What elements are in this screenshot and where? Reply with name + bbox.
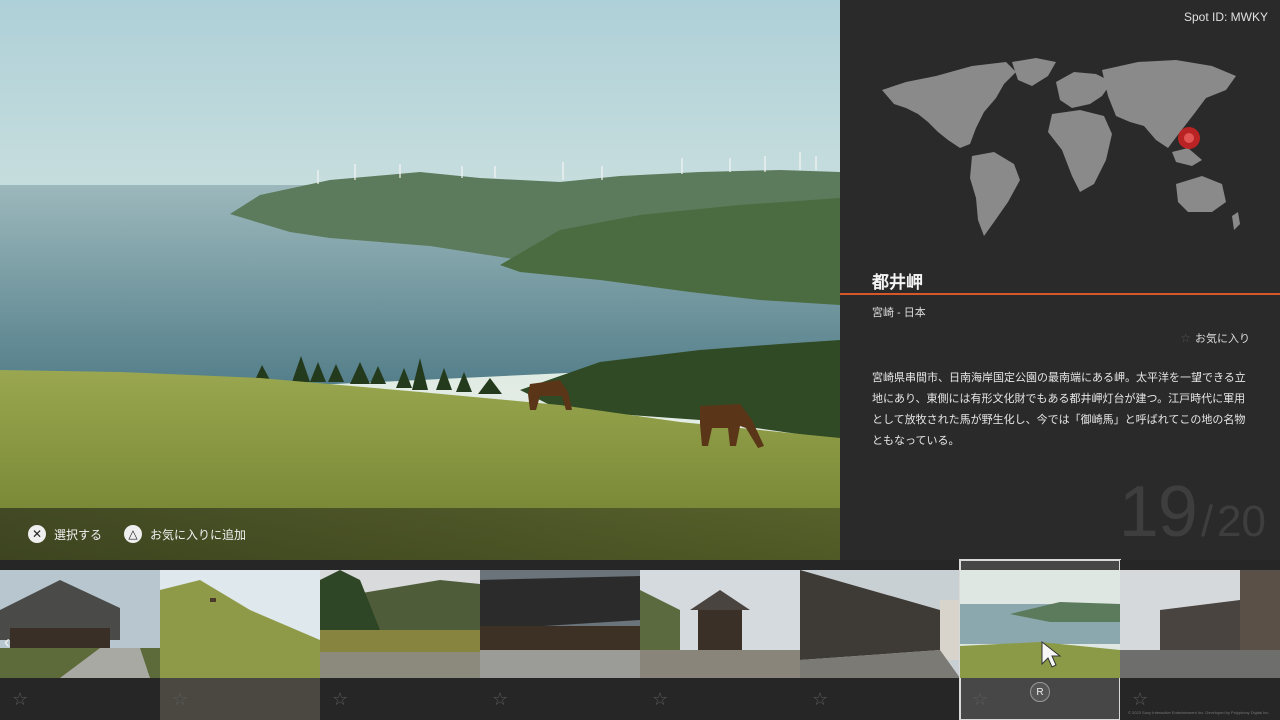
- continent-australia: [1176, 176, 1226, 212]
- select-hint[interactable]: ✕ 選択する: [28, 525, 102, 543]
- thumbnail-image: [0, 570, 160, 678]
- copyright-text: © 2023 Sony Interactive Entertainment In…: [1128, 710, 1270, 715]
- thumbnail-thatched-house[interactable]: ☆: [0, 560, 160, 720]
- cross-button-icon: ✕: [28, 525, 46, 543]
- thumbnail-image: [320, 570, 480, 678]
- thumbnail-image: [480, 570, 640, 678]
- star-icon: ☆: [12, 688, 29, 709]
- thumbnail-image: [1120, 570, 1280, 678]
- add-favorite-hint[interactable]: △ お気に入りに追加: [124, 525, 246, 543]
- counter-total: 20: [1217, 497, 1266, 546]
- continent-asia: [1102, 60, 1236, 148]
- pointer-cursor-icon: [1041, 640, 1062, 668]
- spot-id: Spot ID: MWKY: [1183, 10, 1268, 24]
- spot-info-panel: Spot ID: MWKY 都井岬 宮崎 - 日本 ☆ お気に入り 宮崎県串間市…: [840, 0, 1280, 560]
- thumbnail-old-street[interactable]: ☆: [800, 560, 960, 720]
- continent-southeast-asia: [1172, 148, 1202, 166]
- thumbnail-image: [160, 570, 320, 678]
- star-icon: ☆: [1180, 331, 1191, 345]
- counter-separator: /: [1200, 497, 1214, 546]
- continent-south-america: [970, 152, 1020, 236]
- scroll-left-arrow-icon[interactable]: ‹: [4, 632, 10, 653]
- spot-description: 宮崎県串間市、日南海岸国定公園の最南端にある岬。太平洋を一望できる立地にあり、東…: [872, 372, 1246, 447]
- thumbnail-town-street[interactable]: ☆: [1120, 560, 1280, 720]
- thumbnail-image: [640, 570, 800, 678]
- thumbnail-strip: ☆ ☆ ☆ ☆ ☆ ☆ ☆ ☆: [0, 559, 1280, 720]
- star-icon: ☆: [652, 688, 669, 709]
- thumbnail-castle-gate[interactable]: ☆: [640, 560, 800, 720]
- thumbnail-image: [800, 570, 960, 678]
- star-icon: ☆: [492, 688, 509, 709]
- star-icon: ☆: [332, 688, 349, 709]
- star-icon: ☆: [812, 688, 829, 709]
- select-hint-label: 選択する: [54, 527, 103, 542]
- counter-current: 19: [1118, 472, 1198, 552]
- continent-greenland: [1012, 58, 1056, 86]
- continent-europe: [1056, 72, 1112, 108]
- continent-north-america: [882, 62, 1016, 148]
- continent-africa: [1048, 110, 1112, 192]
- spot-counter: 19 / 20: [1119, 476, 1266, 548]
- button-hints: ✕ 選択する △ お気に入りに追加: [0, 508, 840, 560]
- main-photo: [0, 0, 840, 560]
- add-favorite-hint-label: お気に入りに追加: [150, 527, 247, 542]
- spot-title: 都井岬: [872, 273, 923, 292]
- title-divider: [840, 293, 1280, 295]
- star-icon: ☆: [972, 688, 989, 709]
- thumbnail-pasture-fence[interactable]: ☆: [320, 560, 480, 720]
- favorite-label: お気に入り: [1195, 333, 1250, 345]
- star-icon: ☆: [1132, 688, 1149, 709]
- star-icon: ☆: [172, 688, 189, 709]
- r-button-icon[interactable]: R: [1030, 682, 1050, 702]
- thumbnail-hill-horse[interactable]: ☆: [160, 560, 320, 720]
- spot-region: 宮崎 - 日本: [872, 307, 926, 319]
- favorite-status[interactable]: ☆ お気に入り: [1180, 330, 1250, 346]
- world-map: [882, 58, 1240, 236]
- continent-new-zealand: [1232, 212, 1240, 230]
- thumbnail-old-storehouse[interactable]: ☆: [480, 560, 640, 720]
- triangle-button-icon: △: [124, 525, 143, 543]
